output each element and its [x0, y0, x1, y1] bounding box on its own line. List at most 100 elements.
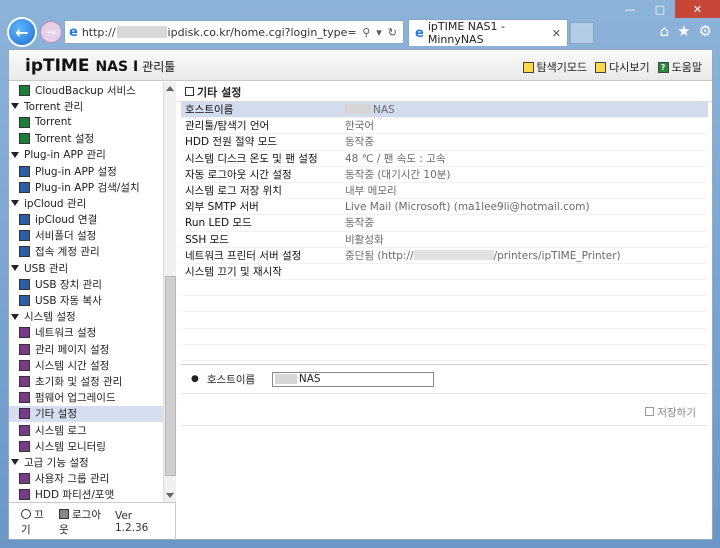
- setting-value-text: 한국어: [345, 120, 374, 133]
- refresh-link[interactable]: 다시보기: [595, 59, 650, 75]
- logout-button[interactable]: 로그아웃: [59, 507, 107, 537]
- scroll-up-icon[interactable]: [166, 86, 174, 91]
- settings-row[interactable]: Run LED 모드 동작중: [181, 215, 708, 232]
- sidebar-item[interactable]: Torrent 설정: [9, 131, 175, 147]
- sidebar-item-label: 시스템 로그: [35, 424, 87, 437]
- setting-value-suffix: /printers/ipTIME_Printer): [493, 249, 621, 262]
- menu-item-icon: [19, 359, 30, 371]
- browser-tools: ⌂ ★ ⚙: [660, 22, 712, 40]
- sidebar-item[interactable]: Plug-in APP 설정: [9, 163, 175, 179]
- sidebar-item[interactable]: 관리 페이지 설정: [9, 341, 175, 357]
- settings-row[interactable]: 관리툴/탐색기 언어 한국어: [181, 118, 708, 135]
- sidebar-group[interactable]: USB 관리: [9, 260, 175, 276]
- sidebar-scrollbar[interactable]: [163, 82, 176, 502]
- sidebar-item-label: ipCloud 연결: [35, 214, 98, 227]
- setting-value: 중단됨 (http:// /printers/ipTIME_Printer): [345, 248, 621, 263]
- favorites-star-icon[interactable]: ★: [677, 22, 690, 40]
- sidebar-item-label: 시스템 모니터링: [35, 440, 106, 453]
- settings-row[interactable]: SSH 모드 비활성화: [181, 232, 708, 248]
- sidebar-footer: 끄기 로그아웃 Ver 1.2.36: [9, 502, 176, 540]
- forward-button[interactable]: →: [40, 21, 62, 43]
- setting-value-text: Live Mail (Microsoft) (ma1lee9li@hotmail…: [345, 200, 590, 213]
- sidebar-item[interactable]: 펌웨어 업그레이드: [9, 390, 175, 406]
- sidebar-item[interactable]: 초기화 및 설정 관리: [9, 373, 175, 389]
- sidebar-item[interactable]: 시스템 시간 설정: [9, 357, 175, 373]
- search-icon[interactable]: ⚲: [362, 26, 370, 39]
- settings-row[interactable]: 외부 SMTP 서버 Live Mail (Microsoft) (ma1lee9…: [181, 199, 708, 216]
- sidebar-item-label: 기타 설정: [35, 408, 77, 421]
- settings-row[interactable]: 시스템 로그 저장 위치 내부 메모리: [181, 183, 708, 200]
- sidebar-item[interactable]: 사용자 그룹 관리: [9, 471, 175, 487]
- header-links: 탐색기모드 다시보기 ? 도움말: [522, 59, 702, 75]
- sidebar-item[interactable]: CloudBackup 서비스: [9, 82, 175, 98]
- new-tab-button[interactable]: [570, 22, 594, 44]
- gear-icon[interactable]: ⚙: [699, 22, 712, 40]
- sidebar-item[interactable]: 접속 계정 관리: [9, 244, 175, 260]
- sidebar-item[interactable]: 시스템 모니터링: [9, 438, 175, 454]
- sidebar-item[interactable]: 네트워크 설정: [9, 325, 175, 341]
- refresh-label: 다시보기: [609, 61, 650, 74]
- sidebar-group[interactable]: Torrent 관리: [9, 98, 175, 114]
- settings-row[interactable]: 시스템 끄기 및 재시작: [181, 264, 708, 281]
- redacted-address: [413, 249, 494, 260]
- explorer-mode-link[interactable]: 탐색기모드: [522, 59, 587, 75]
- sidebar-group[interactable]: 시스템 설정: [9, 309, 175, 325]
- sidebar-item[interactable]: 기타 설정: [9, 405, 175, 422]
- scroll-thumb[interactable]: [165, 276, 176, 476]
- sidebar-item-label: 관리 페이지 설정: [35, 343, 110, 356]
- sidebar-item[interactable]: 시스템 로그: [9, 422, 175, 438]
- setting-value: 내부 메모리: [345, 183, 397, 198]
- home-icon[interactable]: ⌂: [660, 22, 670, 40]
- back-button[interactable]: ←: [7, 17, 37, 47]
- help-label: 도움말: [671, 61, 702, 74]
- refresh-icon[interactable]: ↻: [388, 26, 397, 39]
- setting-key: 자동 로그아웃 시간 설정: [185, 168, 292, 181]
- menu-item-icon: [19, 408, 30, 420]
- setting-value-text: 동작중: [345, 217, 374, 230]
- setting-value-text: 48 ℃ / 팬 속도 : 고속: [345, 152, 446, 165]
- save-button[interactable]: 저장하기: [645, 405, 696, 420]
- menu-item-icon: [19, 375, 30, 387]
- sidebar-item-label: 시스템 시간 설정: [35, 359, 110, 372]
- scroll-down-icon[interactable]: [166, 493, 174, 498]
- expand-triangle-icon: [11, 459, 19, 466]
- minimize-icon[interactable]: —: [615, 0, 645, 18]
- sidebar-item[interactable]: 서비폴더 설정: [9, 228, 175, 244]
- setting-key: 호스트이름: [185, 104, 234, 117]
- settings-row[interactable]: HDD 전원 절약 모드 동작중: [181, 134, 708, 151]
- settings-row[interactable]: 네트워크 프린터 서버 설정 중단됨 (http:// /printers/ipTI…: [181, 248, 708, 264]
- sidebar-group[interactable]: Plug-in APP 관리: [9, 147, 175, 163]
- iptime-logo: ip TIME NAS I 관리툴: [25, 56, 175, 76]
- settings-row[interactable]: 자동 로그아웃 시간 설정 동작중 (대기시간 10분): [181, 167, 708, 183]
- menu-item-icon: [19, 327, 30, 339]
- sidebar-item-label: 서비폴더 설정: [35, 230, 97, 243]
- sidebar-group[interactable]: ipCloud 관리: [9, 195, 175, 211]
- sidebar-item[interactable]: ipCloud 연결: [9, 212, 175, 228]
- sidebar-item[interactable]: Torrent: [9, 114, 175, 130]
- empty-row: [181, 280, 708, 297]
- sidebar-item-label: ipCloud 관리: [24, 197, 87, 210]
- help-link[interactable]: ? 도움말: [657, 59, 702, 75]
- sidebar-item[interactable]: Plug-in APP 검색/설치: [9, 179, 175, 195]
- close-tab-icon[interactable]: ✕: [552, 27, 561, 40]
- browser-chrome: ← → e http:// ipdisk.co.kr/home.cgi?logi…: [0, 0, 720, 48]
- sidebar-item-label: 펌웨어 업그레이드: [35, 392, 116, 405]
- settings-row[interactable]: 시스템 디스크 온도 및 팬 설정 48 ℃ / 팬 속도 : 고속: [181, 151, 708, 167]
- sidebar-item[interactable]: USB 장치 관리: [9, 276, 175, 292]
- hostname-input[interactable]: NAS: [271, 371, 434, 387]
- setting-key: Run LED 모드: [185, 217, 252, 230]
- empty-row: [181, 345, 708, 361]
- setting-value: 한국어: [345, 118, 374, 133]
- sidebar-item[interactable]: HDD 파티션/포맷: [9, 487, 175, 502]
- sidebar-item[interactable]: USB 자동 복사: [9, 292, 175, 308]
- settings-row[interactable]: 호스트이름 NAS: [181, 102, 708, 119]
- maximize-icon[interactable]: □: [645, 0, 675, 18]
- edit-form: ● 호스트이름 NAS: [181, 364, 708, 394]
- browser-tab[interactable]: e ipTIME NAS1 - MinnyNAS ✕: [408, 19, 568, 46]
- sidebar-group[interactable]: 고급 기능 설정: [9, 454, 175, 470]
- expand-triangle-icon: [11, 200, 19, 207]
- power-off-button[interactable]: 끄기: [21, 507, 51, 537]
- close-window-icon[interactable]: ✕: [675, 0, 720, 18]
- address-bar[interactable]: e http:// ipdisk.co.kr/home.cgi?login_ty…: [64, 20, 404, 44]
- chevron-down-icon[interactable]: ▾: [376, 26, 382, 39]
